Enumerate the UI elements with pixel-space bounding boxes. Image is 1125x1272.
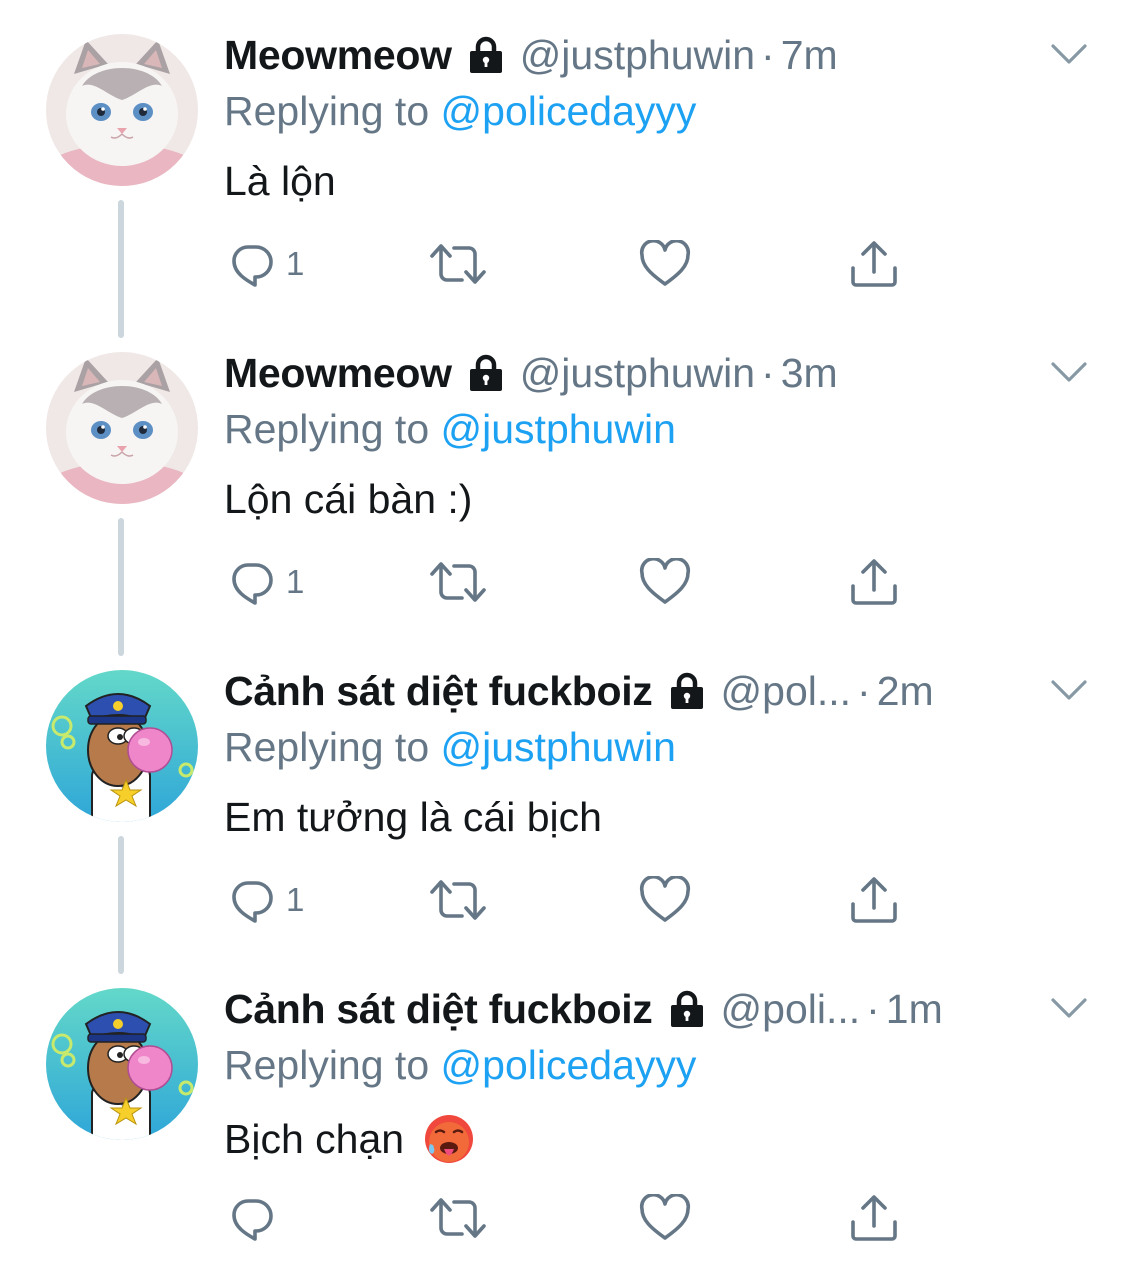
chevron-down-icon[interactable] [1049, 40, 1089, 70]
action-bar: 1 [224, 554, 924, 610]
like-button[interactable] [639, 872, 691, 928]
separator-dot: · [761, 31, 775, 78]
reply-count: 1 [286, 563, 305, 600]
reply-count: 1 [286, 245, 305, 282]
timestamp[interactable]: 2m [877, 668, 934, 715]
replying-prefix: Replying to [224, 724, 441, 770]
separator-dot: · [761, 349, 775, 396]
retweet-icon [428, 240, 488, 288]
like-button[interactable] [639, 554, 691, 610]
username[interactable]: @poli... [721, 986, 861, 1033]
tweet-text-content: Lộn cái bàn :) [224, 476, 473, 522]
username[interactable]: @justphuwin [520, 32, 755, 79]
retweet-button[interactable] [428, 1190, 488, 1246]
timestamp[interactable]: 1m [886, 986, 943, 1033]
retweet-icon [428, 1194, 488, 1242]
display-name[interactable]: Meowmeow [224, 350, 452, 397]
share-button[interactable] [848, 872, 900, 928]
like-button[interactable] [639, 1190, 691, 1246]
reply-icon [228, 558, 276, 606]
retweet-button[interactable] [428, 554, 488, 610]
like-button[interactable] [639, 236, 691, 292]
retweet-icon [428, 558, 488, 606]
heart-icon [639, 240, 691, 288]
reply-button[interactable] [228, 1190, 286, 1246]
tweet[interactable]: Cảnh sát diệt fuckboiz @poli... · 1m Rep… [0, 954, 1125, 1272]
retweet-button[interactable] [428, 236, 488, 292]
separator-dot: · [866, 985, 880, 1032]
action-bar: 1 [224, 872, 924, 928]
replying-prefix: Replying to [224, 88, 441, 134]
tweet-text-content: Em tưởng là cái bịch [224, 794, 602, 840]
reply-icon [228, 240, 276, 288]
mention-link[interactable]: @policedayyy [441, 88, 697, 134]
lock-icon [466, 353, 506, 393]
tweet-text-content: Là lộn [224, 158, 336, 204]
avatar[interactable] [46, 988, 198, 1140]
avatar[interactable] [46, 34, 198, 186]
retweet-icon [428, 876, 488, 924]
mention-link[interactable]: @justphuwin [441, 406, 676, 452]
retweet-button[interactable] [428, 872, 488, 928]
hot-face-emoji [422, 1112, 476, 1166]
display-name[interactable]: Cảnh sát diệt fuckboiz [224, 668, 653, 715]
reply-icon [228, 876, 276, 924]
lock-icon [667, 671, 707, 711]
separator-dot: · [857, 667, 871, 714]
share-icon [848, 1192, 900, 1244]
action-bar [224, 1190, 924, 1246]
reply-button[interactable]: 1 [228, 554, 304, 610]
action-bar: 1 [224, 236, 924, 292]
share-button[interactable] [848, 236, 900, 292]
heart-icon [639, 876, 691, 924]
heart-icon [639, 558, 691, 606]
lock-icon [466, 35, 506, 75]
reply-button[interactable]: 1 [228, 872, 304, 928]
replying-prefix: Replying to [224, 1042, 441, 1088]
tweet[interactable]: Cảnh sát diệt fuckboiz @pol... · 2m Repl… [0, 636, 1125, 974]
avatar[interactable] [46, 352, 198, 504]
tweet-header: Cảnh sát diệt fuckboiz @pol... · 2m [224, 666, 1024, 716]
share-button[interactable] [848, 554, 900, 610]
avatar[interactable] [46, 670, 198, 822]
reply-count: 1 [286, 881, 305, 918]
tweet-text: Lộn cái bàn :) [224, 476, 472, 523]
share-icon [848, 238, 900, 290]
share-button[interactable] [848, 1190, 900, 1246]
tweet[interactable]: Meowmeow @justphuwin · 7m Replying to @p… [0, 0, 1125, 338]
mention-link[interactable]: @justphuwin [441, 724, 676, 770]
display-name[interactable]: Meowmeow [224, 32, 452, 79]
replying-to: Replying to @justphuwin [224, 724, 676, 771]
mention-link[interactable]: @policedayyy [441, 1042, 697, 1088]
reply-button[interactable]: 1 [228, 236, 304, 292]
username[interactable]: @pol... [721, 668, 852, 715]
share-icon [848, 556, 900, 608]
tweet[interactable]: Meowmeow @justphuwin · 3m Replying to @j… [0, 318, 1125, 656]
reply-icon [228, 1194, 276, 1242]
replying-to: Replying to @justphuwin [224, 406, 676, 453]
chevron-down-icon[interactable] [1049, 676, 1089, 706]
tweet-text: Em tưởng là cái bịch [224, 794, 602, 841]
display-name[interactable]: Cảnh sát diệt fuckboiz [224, 986, 653, 1033]
timestamp[interactable]: 3m [781, 350, 838, 397]
heart-icon [639, 1194, 691, 1242]
username[interactable]: @justphuwin [520, 350, 755, 397]
lock-icon [667, 989, 707, 1029]
replying-to: Replying to @policedayyy [224, 88, 696, 135]
replying-to: Replying to @policedayyy [224, 1042, 696, 1089]
tweet-text: Bịch chạn [224, 1112, 476, 1166]
tweet-text: Là lộn [224, 158, 336, 205]
share-icon [848, 874, 900, 926]
tweet-header: Meowmeow @justphuwin · 3m [224, 348, 1024, 398]
tweet-header: Meowmeow @justphuwin · 7m [224, 30, 1024, 80]
chevron-down-icon[interactable] [1049, 358, 1089, 388]
chevron-down-icon[interactable] [1049, 994, 1089, 1024]
tweet-header: Cảnh sát diệt fuckboiz @poli... · 1m [224, 984, 1024, 1034]
timestamp[interactable]: 7m [781, 32, 838, 79]
replying-prefix: Replying to [224, 406, 441, 452]
tweet-text-content: Bịch chạn [224, 1115, 405, 1162]
